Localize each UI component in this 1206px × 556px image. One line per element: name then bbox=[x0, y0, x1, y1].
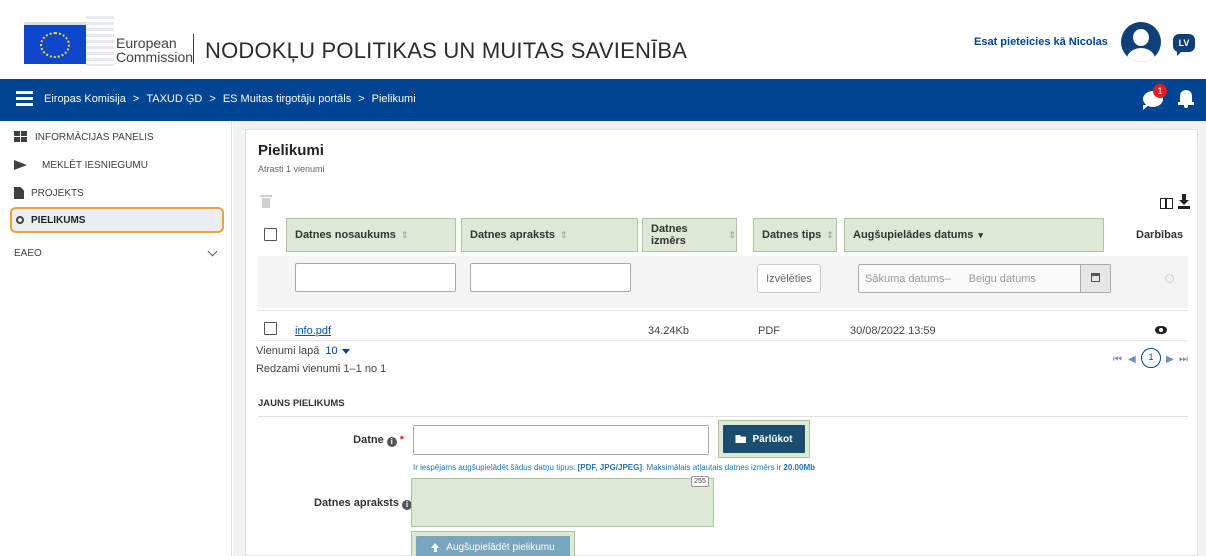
upload-date: 30/08/2022 13:59 bbox=[850, 325, 936, 337]
breadcrumb: Eiropas Komisija > TAXUD ĢD > ES Muitas tirg… bbox=[44, 93, 416, 105]
description-textarea[interactable] bbox=[411, 478, 714, 527]
file-size: 34.24Kb bbox=[648, 325, 689, 337]
sidebar-item-label: MEKLĒT IESNIEGUMU bbox=[42, 159, 148, 171]
eu-flag-icon bbox=[24, 22, 86, 64]
info-icon[interactable]: i bbox=[386, 437, 397, 447]
clear-filter-icon[interactable] bbox=[1165, 274, 1174, 283]
main-content: Pielikumi Atrasti 1 vienumi Datnes nosau… bbox=[233, 121, 1206, 556]
site-title: NODOKĻU POLITIKAS UN MUITAS SAVIENĪBA bbox=[205, 38, 688, 63]
paperclip-icon bbox=[16, 216, 24, 224]
sidebar-item-projects[interactable]: PROJEKTS bbox=[10, 180, 224, 206]
upload-icon bbox=[431, 542, 440, 552]
ec-line2: Commission bbox=[116, 49, 194, 65]
file-name-link[interactable]: info.pdf bbox=[295, 325, 331, 337]
first-page-icon[interactable]: ⏮ bbox=[1113, 354, 1122, 365]
sort-icon: ⇕ bbox=[826, 229, 834, 240]
columns-icon[interactable] bbox=[1160, 198, 1173, 209]
sidebar-item-dashboard[interactable]: INFORMĀCIJAS PANELIS bbox=[10, 124, 224, 150]
view-eye-icon[interactable] bbox=[1155, 326, 1167, 334]
file-type: PDF bbox=[758, 325, 780, 337]
breadcrumb-separator: > bbox=[358, 93, 365, 105]
prev-page-icon[interactable]: ◀ bbox=[1128, 354, 1136, 365]
ec-line1: European bbox=[116, 35, 177, 51]
sidebar-item-eaeo[interactable]: EAEO bbox=[10, 240, 224, 266]
file-label: Datne i * bbox=[353, 434, 404, 447]
sidebar-item-search-submission[interactable]: MEKLĒT IESNIEGUMU bbox=[10, 152, 224, 178]
sort-icon: ⇕ bbox=[400, 229, 409, 240]
attachments-card: Pielikumi Atrasti 1 vienumi Datnes nosau… bbox=[245, 129, 1198, 556]
column-header-upload-date[interactable]: Augšupielādes datums ▾ bbox=[844, 218, 1104, 252]
top-navbar: Eiropas Komisija > TAXUD ĢD > ES Muitas tirg… bbox=[0, 79, 1206, 121]
filter-description-input[interactable] bbox=[470, 263, 631, 292]
items-found: Atrasti 1 vienumi bbox=[258, 164, 325, 174]
logged-in-user[interactable]: Esat pieteicies kā Nicolas bbox=[974, 36, 1108, 48]
browse-button[interactable]: Pārlūkot bbox=[723, 425, 805, 453]
file-icon bbox=[14, 187, 24, 199]
column-header-file-name[interactable]: Datnes nosaukums ⇕ bbox=[286, 218, 456, 252]
filter-file-name-input[interactable] bbox=[295, 263, 456, 292]
column-header-description[interactable]: Datnes apraksts ⇕ bbox=[461, 218, 638, 252]
messages-badge: 1 bbox=[1153, 84, 1167, 98]
sort-icon: ⇕ bbox=[728, 229, 736, 240]
row-checkbox[interactable] bbox=[264, 322, 277, 335]
user-avatar-icon[interactable] bbox=[1121, 22, 1161, 62]
trash-icon[interactable] bbox=[260, 195, 272, 208]
sidebar-item-label: EAEO bbox=[14, 247, 42, 259]
site-header: European Commission NODOKĻU POLITIKAS UN… bbox=[0, 0, 1206, 79]
select-all-checkbox[interactable] bbox=[264, 228, 277, 241]
breadcrumb-item[interactable]: TAXUD ĢD bbox=[146, 93, 202, 105]
send-icon bbox=[14, 160, 27, 170]
sidebar-item-label: PROJEKTS bbox=[31, 187, 84, 199]
breadcrumb-item[interactable]: ES Muitas tirgotāju portāls bbox=[223, 93, 351, 105]
filter-type-select[interactable]: Izvēlēties bbox=[757, 264, 821, 293]
per-page-select[interactable]: 10 bbox=[325, 345, 337, 357]
language-selector[interactable]: LV bbox=[1173, 34, 1195, 56]
column-header-type[interactable]: Datnes tips ⇕ bbox=[753, 218, 837, 252]
date-start-placeholder: Sākuma datums bbox=[865, 272, 945, 285]
file-path-input[interactable] bbox=[413, 425, 709, 455]
upload-highlight: Augšupielādēt pielikumu bbox=[411, 531, 575, 556]
upload-attachment-button[interactable]: Augšupielādēt pielikumu bbox=[416, 536, 570, 556]
file-type-hint: Ir iespējams augšupielādēt šādus datņu t… bbox=[413, 463, 815, 472]
char-counter: 255 bbox=[691, 476, 709, 487]
items-per-page: Vienumi lapā 10 bbox=[256, 345, 350, 357]
column-header-size[interactable]: Datnes izmērs ⇕ bbox=[642, 218, 737, 252]
download-icon[interactable] bbox=[1178, 194, 1190, 210]
browse-highlight: Pārlūkot bbox=[718, 420, 810, 458]
bell-icon[interactable] bbox=[1178, 90, 1194, 108]
breadcrumb-current: Pielikumi bbox=[371, 93, 416, 105]
header-divider bbox=[193, 34, 194, 64]
date-separator: – bbox=[944, 272, 951, 285]
last-page-icon[interactable]: ⏭ bbox=[1179, 354, 1188, 365]
showing-items: Redzami vienumi 1–1 no 1 bbox=[256, 363, 387, 375]
sort-icon: ⇕ bbox=[560, 229, 568, 240]
filter-date-range[interactable]: Sākuma datums – Beigu datums bbox=[858, 264, 1111, 293]
sidebar-item-attachments[interactable]: PIELIKUMS bbox=[10, 207, 224, 233]
pagination: ⏮ ◀ 1 ▶ ⏭ bbox=[1113, 348, 1191, 370]
sort-desc-icon: ▾ bbox=[978, 229, 983, 240]
sidebar-item-label: INFORMĀCIJAS PANELIS bbox=[35, 131, 154, 143]
sidebar: INFORMĀCIJAS PANELIS MEKLĒT IESNIEGUMU P… bbox=[0, 121, 232, 556]
page-title: Pielikumi bbox=[258, 142, 324, 159]
caret-down-icon[interactable] bbox=[341, 348, 350, 354]
date-end-placeholder: Beigu datums bbox=[968, 272, 1036, 285]
sidebar-item-label: PIELIKUMS bbox=[31, 214, 86, 226]
required-mark: * bbox=[399, 434, 404, 446]
dashboard-icon bbox=[14, 131, 28, 143]
chevron-down-icon bbox=[207, 246, 218, 257]
next-page-icon[interactable]: ▶ bbox=[1166, 354, 1174, 365]
breadcrumb-item[interactable]: Eiropas Komisija bbox=[44, 93, 126, 105]
description-label: Datnes apraksts i bbox=[284, 497, 412, 510]
calendar-icon[interactable] bbox=[1080, 265, 1110, 292]
column-header-actions: Darbības bbox=[1136, 229, 1184, 241]
new-attachment-heading: JAUNS PIELIKUMS bbox=[258, 398, 345, 409]
folder-icon bbox=[735, 435, 747, 443]
menu-icon[interactable] bbox=[16, 91, 33, 106]
breadcrumb-separator: > bbox=[209, 93, 216, 105]
ec-logo[interactable]: European Commission bbox=[24, 16, 194, 66]
breadcrumb-separator: > bbox=[132, 93, 140, 105]
current-page[interactable]: 1 bbox=[1141, 348, 1161, 368]
